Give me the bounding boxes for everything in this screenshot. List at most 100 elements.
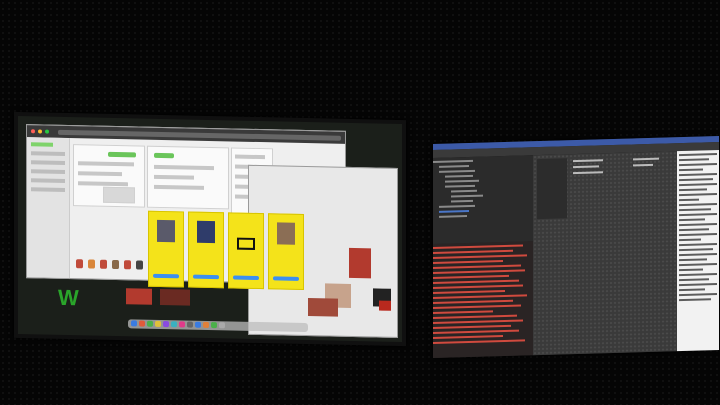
console-line[interactable] [433, 274, 509, 279]
console-line[interactable] [433, 254, 527, 259]
code-line[interactable] [679, 153, 717, 157]
tree-item-selected[interactable] [439, 209, 469, 213]
sidebar-item[interactable] [31, 160, 65, 165]
console-line[interactable] [433, 319, 523, 324]
code-line[interactable] [679, 198, 699, 202]
app-icon[interactable] [139, 320, 145, 327]
console-line[interactable] [433, 339, 525, 344]
console-line[interactable] [433, 335, 503, 339]
tree-item[interactable] [445, 184, 475, 188]
code-line[interactable] [679, 193, 717, 197]
app-icon[interactable] [147, 320, 153, 327]
card-button[interactable] [273, 276, 299, 281]
tree-item[interactable] [439, 204, 475, 208]
app-icon[interactable] [163, 321, 169, 328]
sidebar-item[interactable] [31, 142, 53, 147]
primary-button[interactable] [108, 151, 136, 158]
sidebar-item[interactable] [31, 187, 65, 192]
inspector-row[interactable] [573, 165, 599, 169]
code-line[interactable] [679, 278, 709, 282]
console-line[interactable] [433, 279, 519, 284]
thumbnail[interactable] [126, 288, 152, 305]
tree-item[interactable] [439, 164, 469, 168]
code-line[interactable] [679, 243, 717, 247]
close-icon[interactable] [31, 129, 35, 134]
app-icon[interactable] [211, 322, 217, 329]
address-bar[interactable] [58, 129, 341, 141]
tree-item[interactable] [445, 174, 473, 178]
code-line[interactable] [679, 273, 717, 277]
console-line[interactable] [433, 314, 517, 319]
promo-card[interactable] [228, 212, 264, 290]
code-line[interactable] [679, 163, 717, 167]
code-line[interactable] [679, 253, 717, 257]
code-line[interactable] [679, 208, 711, 212]
app-icon[interactable] [171, 321, 177, 328]
code-line[interactable] [679, 293, 717, 297]
code-line[interactable] [679, 218, 705, 222]
app-icon[interactable] [131, 320, 137, 327]
tree-item[interactable] [445, 179, 479, 183]
inspector-row[interactable] [573, 171, 603, 175]
code-line[interactable] [679, 288, 705, 292]
console-line[interactable] [433, 329, 519, 334]
code-line[interactable] [679, 238, 701, 242]
code-line[interactable] [679, 223, 717, 227]
console-line[interactable] [433, 284, 523, 289]
tree-item[interactable] [451, 194, 483, 198]
app-icon[interactable] [195, 321, 201, 328]
sidebar-item[interactable] [31, 178, 65, 183]
console-line[interactable] [433, 289, 505, 294]
code-line[interactable] [679, 173, 717, 177]
console-line[interactable] [433, 269, 525, 274]
code-line[interactable] [679, 228, 709, 232]
code-line[interactable] [679, 263, 717, 267]
tree-item[interactable] [433, 159, 473, 163]
app-icon[interactable] [179, 321, 185, 328]
thumbnail[interactable] [308, 298, 338, 317]
code-line[interactable] [679, 268, 703, 272]
code-line[interactable] [679, 203, 717, 207]
code-line[interactable] [679, 283, 717, 287]
code-editor[interactable] [677, 150, 719, 352]
console-line[interactable] [433, 249, 513, 254]
code-line[interactable] [679, 178, 713, 182]
primary-button[interactable] [154, 152, 174, 159]
code-line[interactable] [679, 213, 717, 217]
scene-view[interactable] [533, 151, 677, 356]
console-line[interactable] [433, 324, 511, 329]
sidebar-item[interactable] [31, 169, 65, 174]
code-line[interactable] [679, 258, 707, 262]
thumbnail[interactable] [349, 247, 371, 279]
card-button[interactable] [233, 275, 259, 281]
console-line[interactable] [433, 264, 521, 269]
console-line[interactable] [433, 260, 503, 264]
console-line[interactable] [433, 294, 527, 299]
promo-card[interactable] [188, 211, 224, 289]
code-line[interactable] [679, 248, 713, 252]
browser-titlebar[interactable] [27, 125, 345, 144]
console-line[interactable] [433, 244, 523, 249]
inspector-row[interactable] [633, 157, 659, 161]
app-icon[interactable] [203, 321, 209, 328]
promo-card[interactable] [268, 213, 304, 290]
card-button[interactable] [193, 274, 219, 280]
promo-card[interactable] [148, 210, 184, 288]
list-item[interactable] [235, 154, 265, 160]
code-line[interactable] [679, 183, 717, 187]
thumbnail[interactable] [160, 288, 190, 306]
code-line[interactable] [679, 233, 717, 237]
app-icon[interactable] [219, 322, 225, 329]
tree-item[interactable] [451, 189, 477, 193]
code-line[interactable] [679, 158, 709, 162]
app-icon[interactable] [155, 320, 161, 327]
maximize-icon[interactable] [45, 129, 49, 134]
console-line[interactable] [433, 310, 493, 314]
inspector-row[interactable] [633, 163, 653, 167]
console-line[interactable] [433, 304, 521, 309]
tree-item[interactable] [439, 215, 467, 218]
thumbnail[interactable] [379, 300, 391, 311]
code-line[interactable] [679, 298, 711, 302]
sidebar-item[interactable] [31, 151, 65, 156]
app-icon[interactable] [187, 321, 193, 328]
